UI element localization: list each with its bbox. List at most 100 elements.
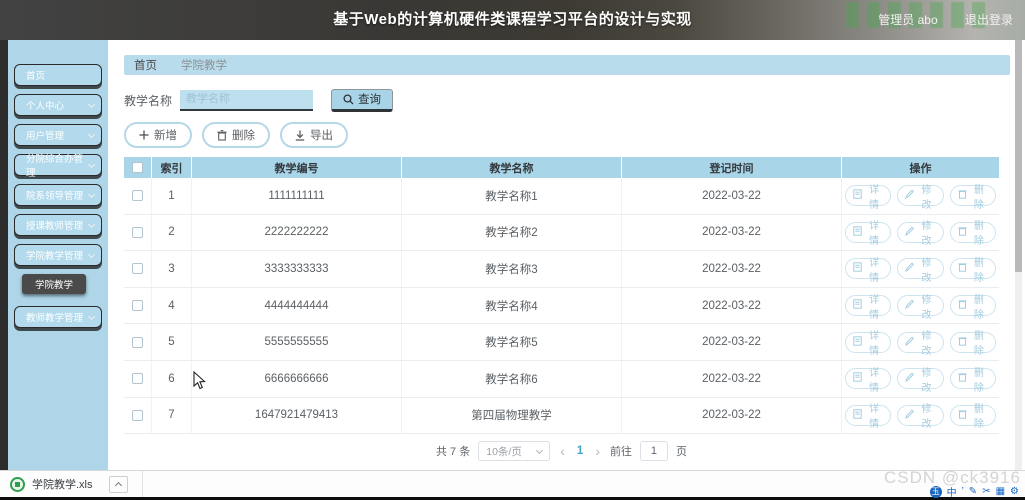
- download-bar: 学院教学.xls: [0, 470, 1025, 497]
- logout-button[interactable]: 退出登录: [965, 13, 1013, 27]
- cell-actions: 详情 修改 删除: [842, 251, 999, 287]
- trash-icon: [958, 299, 967, 312]
- trash-icon: [958, 409, 967, 422]
- sidebar-item[interactable]: 院系领导管理: [14, 184, 102, 206]
- chevron-down-icon: [87, 160, 96, 168]
- ime-keyboard-icon[interactable]: ▦: [996, 486, 1005, 497]
- cell-date: 2022-03-22: [622, 397, 842, 434]
- row-checkbox[interactable]: [132, 190, 143, 202]
- search-input[interactable]: [180, 89, 314, 111]
- row-checkbox[interactable]: [132, 336, 143, 348]
- data-table: 索引 教学编号 教学名称 登记时间 操作 1 1111111111 教学名称1 202…: [124, 157, 999, 435]
- current-page-number[interactable]: 1: [575, 445, 585, 457]
- sidebar-item[interactable]: 用户管理: [14, 124, 102, 146]
- edit-icon: [905, 262, 915, 275]
- row-edit-button[interactable]: 修改: [897, 331, 944, 357]
- table-row: 3 3333333333 教学名称3 2022-03-22 详情 修改 删除: [124, 251, 999, 288]
- chevron-down-icon: [87, 250, 96, 258]
- cell-code: 1111111111: [192, 178, 402, 214]
- row-detail-button[interactable]: 详情: [845, 331, 892, 357]
- row-delete-button[interactable]: 删除: [949, 221, 996, 247]
- cell-actions: 详情 修改 删除: [842, 215, 999, 251]
- chevron-down-icon: [87, 312, 96, 320]
- sidebar-item[interactable]: 教师教学管理: [14, 306, 102, 328]
- row-edit-button[interactable]: 修改: [897, 368, 944, 394]
- goto-page-input[interactable]: [639, 441, 668, 462]
- scrollbar[interactable]: [1015, 40, 1022, 470]
- delete-button[interactable]: 删除: [202, 122, 270, 148]
- delete-button-label: 删除: [232, 130, 255, 142]
- ime-punctuation-icon[interactable]: ’: [962, 486, 964, 497]
- sidebar: 首页个人中心用户管理分院综合办管理院系领导管理授课教师管理 学院教学管理学院教学教…: [8, 40, 108, 470]
- row-delete-button[interactable]: 删除: [949, 258, 996, 284]
- cell-date: 2022-03-22: [622, 287, 842, 324]
- scrollbar-thumb[interactable]: [1015, 40, 1022, 272]
- add-button[interactable]: 新增: [124, 122, 192, 148]
- cell-name: 教学名称4: [402, 287, 622, 324]
- row-detail-button[interactable]: 详情: [845, 258, 892, 284]
- row-delete-button[interactable]: 删除: [949, 185, 996, 211]
- row-checkbox-cell: [124, 324, 152, 360]
- select-all-checkbox[interactable]: [132, 162, 143, 173]
- sidebar-submenu-item[interactable]: 学院教学: [22, 274, 86, 294]
- sidebar-item[interactable]: 个人中心: [14, 94, 102, 116]
- row-delete-button[interactable]: 删除: [949, 368, 996, 394]
- row-edit-button[interactable]: 修改: [897, 404, 944, 430]
- breadcrumb-home[interactable]: 首页: [134, 57, 157, 73]
- row-checkbox[interactable]: [132, 409, 143, 421]
- ime-language-icon[interactable]: 中: [947, 484, 957, 499]
- row-delete-button[interactable]: 删除: [949, 331, 996, 357]
- row-detail-button[interactable]: 详情: [845, 404, 892, 430]
- sidebar-menu: 首页个人中心用户管理分院综合办管理院系领导管理授课教师管理 学院教学管理学院教学教…: [8, 64, 108, 328]
- ime-pen-icon[interactable]: ✎: [969, 486, 977, 497]
- row-checkbox[interactable]: [132, 263, 143, 275]
- sidebar-item[interactable]: 首页: [14, 64, 102, 86]
- export-button[interactable]: 导出: [280, 122, 348, 148]
- row-checkbox-cell: [124, 214, 152, 251]
- download-caret-button[interactable]: [108, 475, 128, 493]
- row-edit-button[interactable]: 修改: [897, 221, 944, 247]
- row-checkbox[interactable]: [132, 373, 143, 385]
- chevron-down-icon: [87, 220, 96, 228]
- row-edit-button[interactable]: 修改: [897, 295, 944, 321]
- row-detail-button[interactable]: 详情: [845, 221, 892, 247]
- breadcrumb: 首页 学院教学: [124, 55, 1010, 75]
- edit-icon: [905, 336, 915, 349]
- row-detail-button[interactable]: 详情: [845, 368, 892, 394]
- row-delete-button[interactable]: 删除: [949, 404, 996, 430]
- ime-toolbar: 玉 中 ’ ✎ ✂ ▦ ⚙: [929, 484, 1019, 499]
- sidebar-item-label: 院系领导管理: [26, 191, 84, 202]
- cell-index: 5: [152, 324, 192, 360]
- row-edit-button[interactable]: 修改: [897, 185, 944, 211]
- sidebar-item[interactable]: 学院教学管理: [14, 244, 102, 266]
- ime-scissors-icon[interactable]: ✂: [982, 486, 990, 497]
- row-detail-button[interactable]: 详情: [845, 295, 892, 321]
- row-delete-button[interactable]: 删除: [949, 295, 996, 321]
- next-page-button[interactable]: ›: [593, 443, 602, 459]
- row-checkbox[interactable]: [132, 226, 143, 238]
- search-button[interactable]: 查询: [331, 88, 394, 112]
- ime-logo-icon[interactable]: 玉: [929, 485, 942, 498]
- cell-name: 教学名称2: [402, 214, 622, 251]
- sidebar-item[interactable]: 分院综合办管理: [14, 154, 102, 179]
- row-edit-button[interactable]: 修改: [897, 258, 944, 284]
- row-detail-button[interactable]: 详情: [845, 185, 892, 211]
- trash-icon: [217, 129, 227, 141]
- ime-wrench-icon[interactable]: ⚙: [1010, 486, 1019, 497]
- cell-index: 3: [152, 251, 192, 287]
- search-icon: [343, 93, 354, 104]
- edit-icon: [905, 189, 915, 202]
- table-row: 6 6666666666 教学名称6 2022-03-22 详情 修改 删除: [124, 360, 999, 398]
- sidebar-item[interactable]: 授课教师管理: [14, 214, 102, 236]
- edit-icon: [905, 372, 915, 385]
- row-checkbox-cell: [124, 251, 152, 287]
- prev-page-button[interactable]: ‹: [558, 443, 567, 459]
- sidebar-item-label: 首页: [26, 71, 46, 82]
- row-checkbox[interactable]: [132, 300, 143, 312]
- download-item[interactable]: 学院教学.xls: [0, 471, 143, 497]
- page-unit-label: 页: [675, 446, 687, 459]
- toolbar: 新增 删除 导出: [124, 122, 1025, 148]
- cell-date: 2022-03-22: [622, 178, 842, 214]
- page-size-select[interactable]: 10条/页: [478, 441, 551, 462]
- sidebar-item-label: 教师教学管理: [26, 313, 84, 324]
